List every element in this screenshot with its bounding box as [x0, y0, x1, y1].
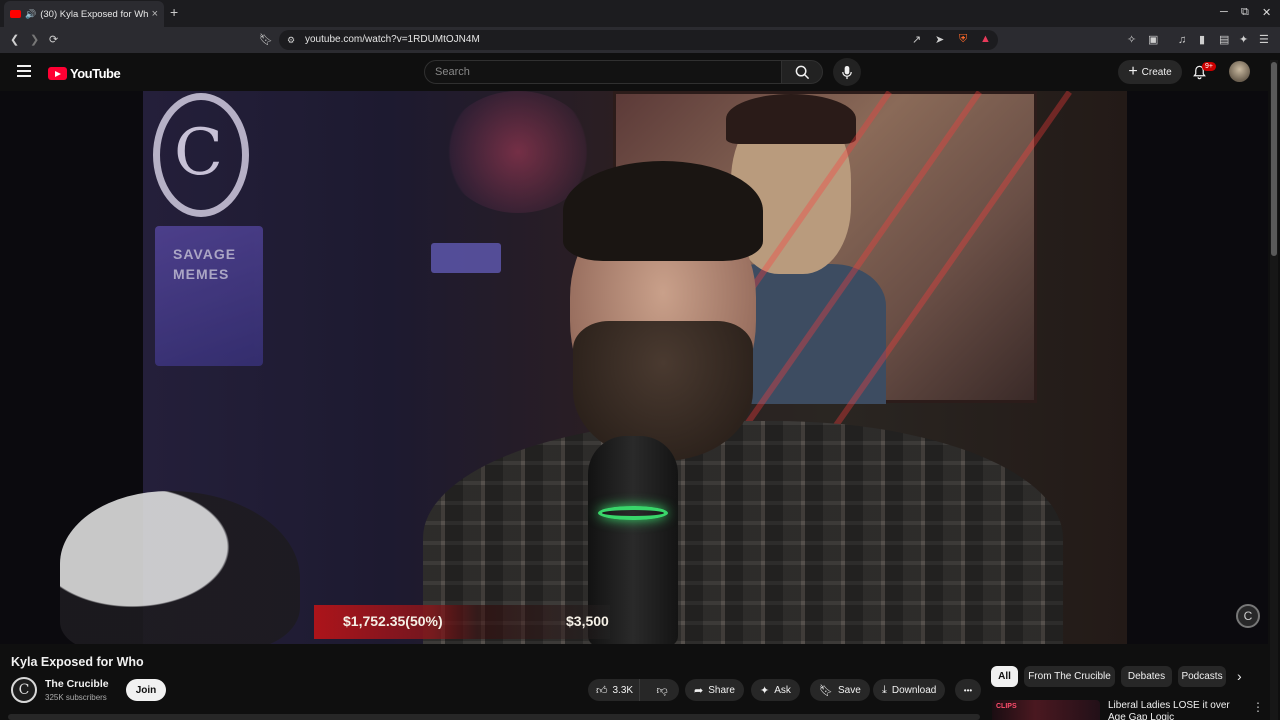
page-scrollbar-thumb[interactable]: [1271, 62, 1277, 256]
host-hair: [563, 161, 763, 261]
tab-close-icon[interactable]: ×: [152, 8, 158, 20]
create-button[interactable]: + Create: [1118, 60, 1182, 84]
neon-light: [431, 243, 501, 273]
share-button[interactable]: ➦ Share: [685, 679, 744, 701]
screenshot-icon[interactable]: ▣: [1148, 33, 1158, 47]
reload-icon[interactable]: ⟳: [49, 33, 58, 47]
share-icon: ➦: [694, 684, 704, 697]
chip-all[interactable]: All: [991, 666, 1018, 687]
chip-podcasts[interactable]: Podcasts: [1178, 666, 1226, 687]
bookmark-icon[interactable]: 🔖︎: [259, 33, 273, 47]
video-title: Kyla Exposed for Who: [11, 655, 144, 669]
search-input[interactable]: Search: [424, 60, 782, 84]
brave-shield-icon[interactable]: ⛨: [959, 32, 967, 46]
save-button[interactable]: 🔖︎ Save: [810, 679, 870, 701]
audio-playing-icon[interactable]: 🔊: [25, 9, 36, 20]
like-count: 3.3K: [612, 684, 634, 696]
more-vertical-icon[interactable]: ⋮: [1252, 700, 1264, 714]
minimize-icon[interactable]: ─: [1220, 6, 1228, 18]
window-close-icon[interactable]: ✕: [1262, 6, 1271, 19]
new-tab-button[interactable]: +: [170, 4, 178, 20]
plus-icon: +: [1128, 63, 1138, 80]
chevron-right-icon[interactable]: ›: [1237, 668, 1242, 684]
url-text[interactable]: youtube.com/watch?v=1RDUMtOJN4M: [305, 34, 480, 45]
sparkle-icon: ✦: [760, 684, 770, 697]
wallet-icon[interactable]: ▤: [1219, 33, 1229, 47]
hamburger-menu-icon[interactable]: [17, 65, 31, 80]
chip-debates[interactable]: Debates: [1121, 666, 1172, 687]
extensions-icon[interactable]: ✧: [1127, 33, 1136, 47]
join-button[interactable]: Join: [126, 679, 166, 701]
download-icon: ⤓: [882, 683, 887, 696]
like-button[interactable]: 👍︎ 3.3K: [588, 679, 641, 701]
search-button[interactable]: [781, 60, 823, 84]
microphone-icon: [842, 65, 852, 79]
send-icon[interactable]: ➤: [935, 33, 944, 47]
dislike-button[interactable]: 👎︎: [645, 684, 679, 697]
browser-tab[interactable]: 🔊 (30) Kyla Exposed for Whe ×: [4, 1, 164, 27]
account-avatar[interactable]: [1229, 61, 1250, 82]
search-icon: [795, 65, 809, 79]
channel-name[interactable]: The Crucible: [45, 678, 109, 690]
browser-toolbar: ❮ ❯ ⟳ 🔖︎ ⚙ youtube.com/watch?v=1RDUMtOJN…: [0, 27, 1280, 53]
address-bar[interactable]: ⚙ youtube.com/watch?v=1RDUMtOJN4M ↗ ➤ ⛨ …: [279, 30, 998, 50]
rewards-icon[interactable]: ▲: [980, 32, 991, 46]
youtube-header: YouTube Search + Create 9+: [0, 53, 1280, 91]
like-dislike-group: 👍︎ 3.3K 👎︎: [588, 679, 679, 701]
forward-icon[interactable]: ❯: [30, 33, 39, 47]
maximize-icon[interactable]: ⧉: [1241, 6, 1249, 19]
sidebar-icon[interactable]: ▮: [1199, 33, 1205, 47]
browser-menu-icon[interactable]: ☰: [1259, 33, 1269, 47]
microphone-light-ring: [598, 506, 668, 520]
back-icon[interactable]: ❮: [10, 33, 19, 47]
channel-avatar[interactable]: C: [11, 677, 37, 703]
youtube-logo[interactable]: YouTube: [48, 66, 121, 81]
more-actions-button[interactable]: •••: [955, 679, 981, 701]
notifications-badge: 9+: [1202, 62, 1216, 71]
donation-goal-target: $3,500: [566, 613, 609, 629]
save-playlist-icon: 🔖︎: [819, 684, 833, 697]
wall-poster: SAVAGE MEMES: [155, 226, 263, 366]
browser-tab-strip: 🔊 (30) Kyla Exposed for Whe × + ─ ⧉ ✕: [0, 0, 1280, 27]
tab-title: (30) Kyla Exposed for Whe: [40, 8, 148, 20]
download-button[interactable]: ⤓ Download: [873, 679, 946, 701]
youtube-favicon-icon: [10, 10, 21, 18]
music-icon[interactable]: ♫: [1178, 33, 1186, 47]
channel-watermark-icon[interactable]: C: [1236, 604, 1260, 628]
ai-icon[interactable]: ✦: [1239, 33, 1248, 47]
horizontal-scrollbar[interactable]: [8, 714, 980, 720]
ask-button[interactable]: ✦ Ask: [751, 679, 800, 701]
donation-goal-current: $1,752.35(50%): [343, 613, 443, 629]
thumbs-up-icon: 👍︎: [596, 684, 608, 697]
subscriber-count: 325K subscribers: [45, 693, 107, 702]
recommended-video-thumbnail[interactable]: CLIPS: [992, 700, 1100, 720]
site-info-icon[interactable]: ⚙: [287, 33, 295, 47]
host-beard: [573, 321, 753, 461]
more-horizontal-icon: •••: [963, 685, 973, 695]
crucible-logo-icon: C: [174, 116, 223, 190]
voice-search-button[interactable]: [833, 58, 861, 86]
thumbs-down-icon: 👎︎: [656, 684, 668, 697]
chip-from-the-crucible[interactable]: From The Crucible: [1024, 666, 1115, 687]
open-external-icon[interactable]: ↗: [912, 33, 921, 47]
youtube-play-logo-icon: [48, 67, 67, 80]
video-player[interactable]: C SAVAGE MEMES $1,752.35(50%) $3,500 C: [0, 91, 1268, 644]
search-placeholder: Search: [435, 66, 470, 78]
recommended-video-title[interactable]: Liberal Ladies LOSE it over Age Gap Logi…: [1108, 700, 1248, 720]
